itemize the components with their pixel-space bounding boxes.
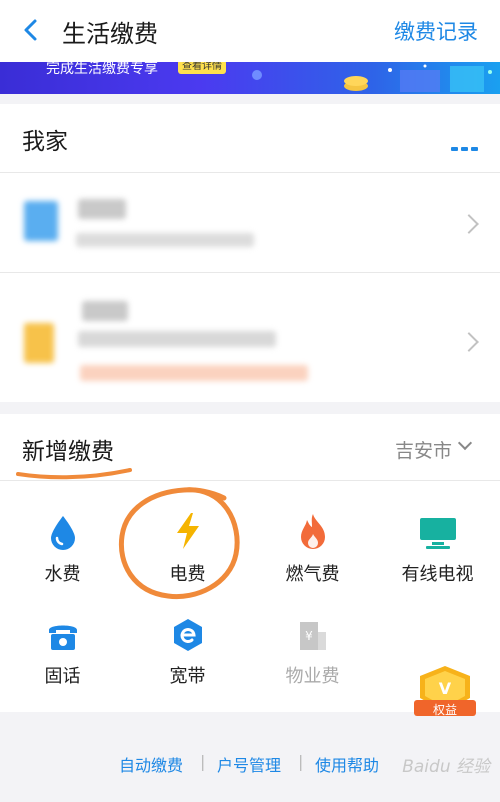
telephone-icon [48, 625, 77, 650]
pay-item-label: 燃气费 [285, 564, 340, 585]
chevron-down-icon[interactable] [457, 435, 473, 451]
account-name-redacted [82, 301, 128, 321]
svg-text:V: V [439, 679, 452, 698]
account-icon [24, 323, 54, 363]
account-icon [24, 201, 58, 241]
chevron-right-icon [459, 332, 479, 352]
account-item-water[interactable] [0, 173, 500, 272]
building-yuan-icon: ¥ [299, 622, 326, 650]
pay-item-landline[interactable]: 固话 [0, 612, 125, 688]
payment-records-link[interactable]: 缴费记录 [394, 16, 478, 46]
hand-drawn-circle [118, 487, 240, 600]
pay-item-label: 有线电视 [401, 564, 474, 585]
pay-item-broadband[interactable]: 宽带 [125, 612, 250, 688]
account-number-redacted [76, 233, 254, 247]
pay-item-property[interactable]: ¥ 物业费 [250, 612, 375, 688]
pay-item-cable-tv[interactable]: 有线电视 [375, 510, 500, 586]
benefits-badge-label: 权益 [432, 703, 457, 717]
pay-item-label: 固话 [44, 666, 81, 687]
top-bar: 生活缴费 缴费记录 [0, 0, 500, 62]
account-number-redacted [78, 331, 276, 347]
svg-text:¥: ¥ [305, 629, 313, 643]
home-section-title: 我家 [22, 129, 68, 155]
benefits-badge[interactable]: V 权益 [410, 664, 480, 720]
auto-pay-link[interactable]: 自动缴费 [119, 752, 183, 776]
baidu-watermark: Baidu 经验 [402, 757, 490, 777]
new-payment-title: 新增缴费 [22, 439, 114, 465]
banner-decoration-icon [344, 64, 492, 92]
broadband-e-icon [173, 619, 202, 651]
help-link[interactable]: 使用帮助 [315, 752, 379, 776]
hand-drawn-underline [16, 468, 132, 480]
pay-item-water[interactable]: 水费 [0, 510, 125, 586]
page-title: 生活缴费 [62, 20, 158, 48]
pay-item-label: 水费 [44, 564, 81, 585]
account-balance-redacted [80, 365, 308, 381]
city-selector[interactable]: 吉安市 [395, 436, 452, 463]
water-drop-icon [50, 516, 75, 550]
divider [0, 480, 500, 481]
pay-item-label: 物业费 [285, 666, 340, 687]
account-name-redacted [78, 199, 126, 219]
chevron-right-icon [459, 214, 479, 234]
banner-text: 完成生活缴费专享 [46, 62, 158, 77]
link-separator: | [200, 752, 206, 771]
account-item-electricity[interactable] [0, 273, 500, 401]
link-separator: | [298, 752, 304, 771]
more-options-icon[interactable] [448, 136, 478, 155]
banner-details-button[interactable]: 查看详情 [178, 62, 226, 74]
flame-icon [300, 514, 325, 549]
back-arrow-icon[interactable] [20, 18, 42, 42]
account-management-link[interactable]: 户号管理 [217, 752, 281, 776]
my-home-section: 我家 [0, 104, 500, 402]
sparkle-icon [252, 70, 262, 80]
promo-banner[interactable]: 完成生活缴费专享 查看详情 [0, 62, 500, 94]
tv-icon [419, 518, 456, 549]
pay-item-gas[interactable]: 燃气费 [250, 510, 375, 586]
pay-item-label: 宽带 [169, 666, 206, 687]
